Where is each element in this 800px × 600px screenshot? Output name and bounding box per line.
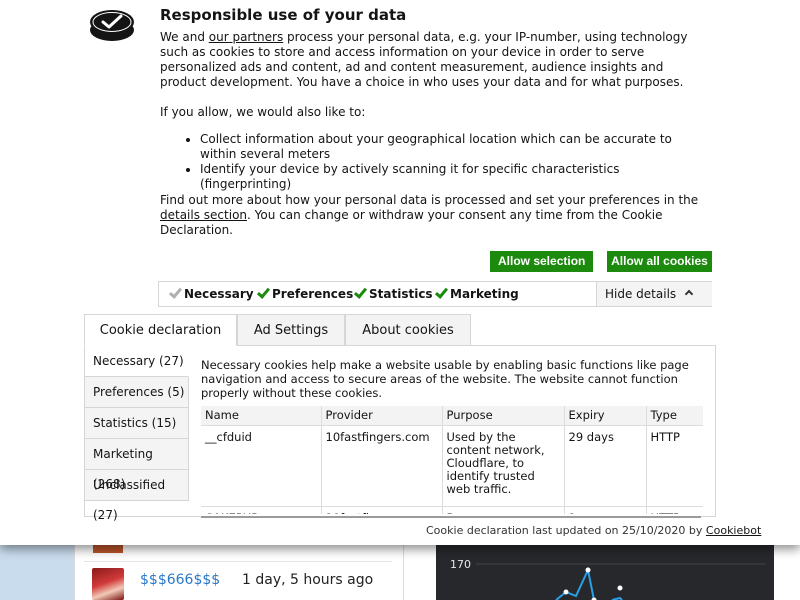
partners-link[interactable]: our partners xyxy=(209,30,283,44)
checkbox-checked-icon xyxy=(169,288,180,299)
category-label: Statistics xyxy=(369,287,433,301)
purpose-item: Identify your device by actively scannin… xyxy=(200,162,700,192)
category-sidebar: Necessary (27) Preferences (5) Statistic… xyxy=(85,346,189,522)
column-header: Provider xyxy=(320,406,442,425)
category-label: Necessary xyxy=(184,287,254,301)
sidebar-item-unclassified[interactable]: Unclassified (27) xyxy=(85,470,189,522)
sidebar-item-necessary[interactable]: Necessary (27) xyxy=(85,346,189,377)
cookie-expiry: 1 year xyxy=(563,505,646,514)
allow-also-text: If you allow, we would also like to: xyxy=(160,105,366,119)
user-activity-time: 1 day, 5 hours ago xyxy=(242,572,374,588)
category-preferences[interactable]: Preferences xyxy=(257,287,353,301)
cookie-type: HTTP xyxy=(645,424,703,506)
user-name-link[interactable]: $$$666$$$ xyxy=(140,572,220,588)
user-avatar[interactable] xyxy=(92,568,124,600)
sidebar-item-preferences[interactable]: Preferences (5) xyxy=(85,377,189,408)
column-header: Expiry xyxy=(563,406,646,425)
intro-text: We and our partners process your persona… xyxy=(160,30,705,90)
details-section-link[interactable]: details section xyxy=(160,208,247,222)
cookie-type: HTTP xyxy=(645,505,703,514)
details-tabs: Cookie declaration Ad Settings About coo… xyxy=(84,314,716,346)
purpose-item: Collect information about your geographi… xyxy=(200,132,700,162)
checkbox-checked-icon[interactable] xyxy=(354,288,365,299)
cookie-name: CAKEPHP xyxy=(201,505,321,514)
sidebar-item-marketing[interactable]: Marketing (268) xyxy=(85,439,189,491)
more-prefix: Find out more about how your personal da… xyxy=(160,193,699,207)
cookiebot-logo-icon xyxy=(90,10,134,41)
cookie-purpose: Preserves users xyxy=(441,505,564,514)
category-marketing[interactable]: Marketing xyxy=(435,287,519,301)
declaration-footer: Cookie declaration last updated on 25/10… xyxy=(426,524,761,537)
cookie-provider: 10fastfingers.com xyxy=(320,424,442,506)
column-header: Type xyxy=(645,406,703,425)
allow-selection-button[interactable]: Allow selection xyxy=(490,251,594,272)
background-row-divider xyxy=(84,561,392,562)
cookie-name: __cfduid xyxy=(201,424,321,506)
column-header: Purpose xyxy=(441,406,564,425)
cookie-expiry: 29 days xyxy=(563,424,646,506)
category-necessary: Necessary xyxy=(169,287,254,301)
tab-ad-settings[interactable]: Ad Settings xyxy=(237,314,345,346)
table-row: __cfduid 10fastfingers.com Used by the c… xyxy=(201,424,703,506)
cookie-list-content[interactable]: Necessary cookies help make a website us… xyxy=(201,358,707,514)
checkbox-checked-icon[interactable] xyxy=(435,288,446,299)
chevron-up-icon xyxy=(684,289,694,299)
cookie-provider: 10fastfingers.com xyxy=(320,505,442,514)
dialog-title: Responsible use of your data xyxy=(160,6,407,24)
category-description: Necessary cookies help make a website us… xyxy=(201,358,689,400)
more-info-text: Find out more about how your personal da… xyxy=(160,193,705,238)
intro-prefix: We and xyxy=(160,30,209,44)
chart-point xyxy=(617,585,623,591)
purposes-list: Collect information about your geographi… xyxy=(160,132,700,192)
chart-line xyxy=(555,566,595,600)
hide-details-label: Hide details xyxy=(605,287,677,301)
cookie-declaration-panel: Necessary (27) Preferences (5) Statistic… xyxy=(84,345,716,522)
checkbox-checked-icon[interactable] xyxy=(257,288,268,299)
allow-all-cookies-button[interactable]: Allow all cookies xyxy=(607,251,712,272)
table-row: CAKEPHP 10fastfingers.com Preserves user… xyxy=(201,505,703,514)
chart-point xyxy=(563,589,569,595)
cookie-table: Name Provider Purpose Expiry Type __cfdu… xyxy=(201,406,703,514)
footer-text: Cookie declaration last updated on 25/10… xyxy=(426,524,706,537)
category-label: Marketing xyxy=(450,287,519,301)
cookie-purpose: Used by the content network, Cloudflare,… xyxy=(441,424,564,506)
tab-about-cookies[interactable]: About cookies xyxy=(345,314,471,346)
column-header: Name xyxy=(201,406,321,425)
category-label: Preferences xyxy=(272,287,354,301)
sidebar-item-statistics[interactable]: Statistics (15) xyxy=(85,408,189,439)
tab-cookie-declaration[interactable]: Cookie declaration xyxy=(84,314,237,346)
cookiebot-link[interactable]: Cookiebot xyxy=(706,524,761,537)
table-header-row: Name Provider Purpose Expiry Type xyxy=(201,406,703,425)
category-bar: Necessary Preferences Statistics Marketi… xyxy=(158,281,712,307)
cookie-consent-dialog: Responsible use of your data We and our … xyxy=(0,0,800,545)
category-statistics[interactable]: Statistics xyxy=(354,287,433,301)
horizontal-scrollbar[interactable] xyxy=(201,516,701,518)
chart-point xyxy=(585,567,591,573)
hide-details-button[interactable]: Hide details xyxy=(596,282,712,306)
